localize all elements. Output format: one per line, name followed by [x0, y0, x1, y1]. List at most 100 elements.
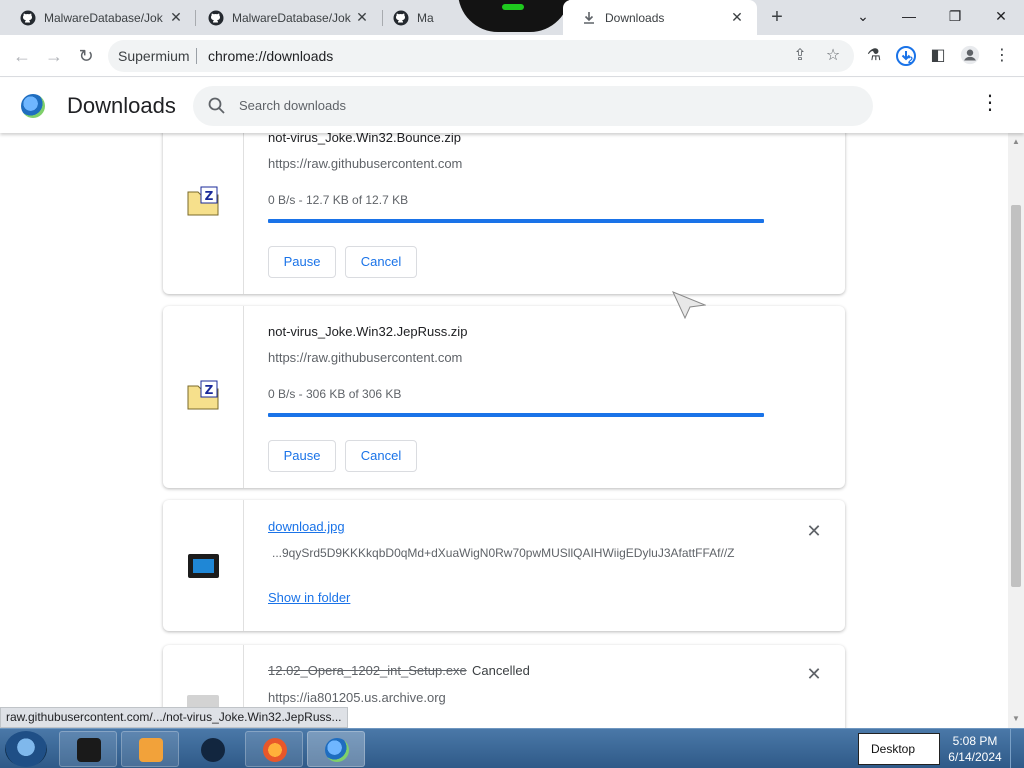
- tab-title: Ma: [417, 10, 434, 25]
- scrollbar-thumb[interactable]: [1011, 205, 1021, 587]
- downloads-header: Downloads Search downloads ⋮: [0, 78, 1024, 133]
- downloads-toolbar-button[interactable]: 2: [894, 44, 918, 68]
- side-panel-icon[interactable]: ◧: [926, 44, 950, 68]
- progress-bar: [268, 219, 764, 223]
- tab-close-icon[interactable]: ✕: [354, 9, 370, 25]
- show-in-folder-link[interactable]: Show in folder: [268, 590, 350, 605]
- file-icon-column: [163, 500, 244, 631]
- vertical-scrollbar[interactable]: ▲ ▼: [1008, 133, 1024, 728]
- new-tab-button[interactable]: +: [765, 6, 789, 30]
- tab-search-icon[interactable]: ⌄: [840, 0, 886, 35]
- search-downloads-field[interactable]: Search downloads: [193, 86, 873, 126]
- download-count-badge: 2: [908, 55, 914, 65]
- taskbar-app-1[interactable]: [59, 731, 117, 767]
- github-icon: [208, 10, 224, 25]
- remove-item-close-icon[interactable]: ✕: [805, 665, 823, 683]
- file-name[interactable]: not-virus_Joke.Win32.Bounce.zip: [268, 133, 461, 145]
- download-item: download.jpg ...9qySrd5D9KKKkqbD0qMd+dXu…: [163, 500, 845, 631]
- app-icon: [77, 738, 101, 762]
- creature-eyes: [502, 4, 524, 10]
- taskbar-clock[interactable]: 5:08 PM 6/14/2024: [944, 733, 1006, 765]
- supermium-icon: [325, 738, 349, 762]
- pause-button[interactable]: Pause: [268, 246, 336, 278]
- file-name: 12.02_Opera_1202_int_Setup.exe: [268, 663, 467, 678]
- tab-strip: MalwareDatabase/Jok ✕ MalwareDatabase/Jo…: [0, 0, 1024, 35]
- share-icon[interactable]: ⇪: [790, 46, 810, 66]
- forward-icon[interactable]: →: [42, 44, 66, 68]
- profile-avatar-icon[interactable]: [958, 44, 982, 68]
- download-item: Z not-virus_Joke.Win32.Bounce.zip https:…: [163, 133, 845, 294]
- file-source-url: https://raw.githubusercontent.com: [268, 350, 463, 365]
- url-text[interactable]: chrome://downloads: [208, 48, 333, 64]
- screen: MalwareDatabase/Jok ✕ MalwareDatabase/Jo…: [0, 0, 1024, 768]
- download-status-text: 0 B/s - 12.7 KB of 12.7 KB: [268, 193, 409, 207]
- mouse-pointer-icon: [672, 291, 706, 319]
- close-window-button[interactable]: ✕: [978, 0, 1024, 35]
- taskbar-app-supermium[interactable]: [307, 731, 365, 767]
- show-desktop-button[interactable]: [1010, 729, 1024, 768]
- svg-text:Z: Z: [205, 383, 214, 397]
- app-icon: [201, 738, 225, 762]
- browser-menu-icon[interactable]: ⋮: [990, 44, 1014, 68]
- firefox-icon: [263, 738, 287, 762]
- cancel-button[interactable]: Cancel: [345, 440, 417, 472]
- download-icon: [584, 11, 594, 24]
- downloads-list: Z not-virus_Joke.Win32.Bounce.zip https:…: [0, 133, 1008, 728]
- svg-text:Z: Z: [205, 189, 214, 203]
- download-item: Z not-virus_Joke.Win32.JepRuss.zip https…: [163, 306, 845, 488]
- search-placeholder: Search downloads: [239, 98, 346, 113]
- browser-toolbar: ← → ↻ Supermium chrome://downloads ⇪ ☆ ⚗…: [0, 35, 1024, 77]
- file-icon-column: Z: [163, 306, 244, 488]
- tab-downloads[interactable]: Downloads ✕: [563, 0, 757, 35]
- download-status-text: 0 B/s - 306 KB of 306 KB: [268, 387, 402, 401]
- taskbar: Desktop 5:08 PM 6/14/2024: [0, 728, 1024, 768]
- tab-close-icon[interactable]: ✕: [729, 9, 745, 25]
- media-player-icon: [139, 738, 163, 762]
- labs-flask-icon[interactable]: ⚗: [862, 44, 886, 68]
- taskbar-app-firefox[interactable]: [245, 731, 303, 767]
- remove-item-close-icon[interactable]: ✕: [805, 522, 823, 540]
- file-source-url: ...9qySrd5D9KKKkqbD0qMd+dXuaWigN0Rw70pwM…: [272, 546, 735, 560]
- taskbar-app-media[interactable]: [121, 731, 179, 767]
- file-name[interactable]: not-virus_Joke.Win32.JepRuss.zip: [268, 324, 467, 339]
- tab-title: MalwareDatabase/Jok: [44, 10, 163, 25]
- taskbar-app-3[interactable]: [183, 731, 241, 767]
- zip-file-icon: Z: [187, 380, 219, 410]
- pause-button[interactable]: Pause: [268, 440, 336, 472]
- supermium-logo-icon: [21, 94, 45, 118]
- scroll-up-arrow-icon[interactable]: ▲: [1011, 137, 1021, 147]
- clock-date: 6/14/2024: [948, 750, 1002, 764]
- clock-time: 5:08 PM: [952, 734, 998, 748]
- start-button[interactable]: [5, 731, 47, 767]
- omnibox-divider: [196, 48, 197, 64]
- image-file-icon: [188, 554, 219, 578]
- address-bar[interactable]: Supermium chrome://downloads ⇪ ☆: [108, 40, 854, 72]
- tab-title: MalwareDatabase/Jok: [232, 10, 351, 25]
- tab-close-icon[interactable]: ✕: [168, 9, 184, 25]
- zip-file-icon: Z: [187, 186, 219, 216]
- system-tray-desktop[interactable]: Desktop: [858, 733, 940, 765]
- minimize-button[interactable]: —: [886, 0, 932, 35]
- restore-button[interactable]: ❐: [932, 0, 978, 35]
- tab-malware-database-1[interactable]: MalwareDatabase/Jok ✕: [0, 0, 196, 35]
- download-progress-icon: [896, 46, 916, 66]
- more-actions-icon[interactable]: ⋮: [980, 93, 1000, 113]
- site-label: Supermium: [118, 48, 190, 64]
- file-source-url: https://raw.githubusercontent.com: [268, 156, 463, 171]
- github-icon: [393, 10, 409, 25]
- tab-title: Downloads: [605, 10, 665, 25]
- back-icon[interactable]: ←: [10, 44, 34, 68]
- reload-icon[interactable]: ↻: [74, 44, 98, 68]
- file-icon-column: Z: [163, 133, 244, 294]
- file-source-url: https://ia801205.us.archive.org: [268, 690, 446, 705]
- page-title: Downloads: [67, 93, 176, 118]
- search-icon: [208, 97, 225, 114]
- avatar: [960, 45, 980, 65]
- progress-bar: [268, 413, 764, 417]
- file-name-link[interactable]: download.jpg: [268, 519, 345, 534]
- cancelled-label: Cancelled: [472, 663, 530, 678]
- scroll-down-arrow-icon[interactable]: ▼: [1011, 714, 1021, 724]
- tab-malware-database-2[interactable]: MalwareDatabase/Jok ✕: [196, 0, 382, 35]
- cancel-button[interactable]: Cancel: [345, 246, 417, 278]
- bookmark-star-icon[interactable]: ☆: [823, 46, 843, 66]
